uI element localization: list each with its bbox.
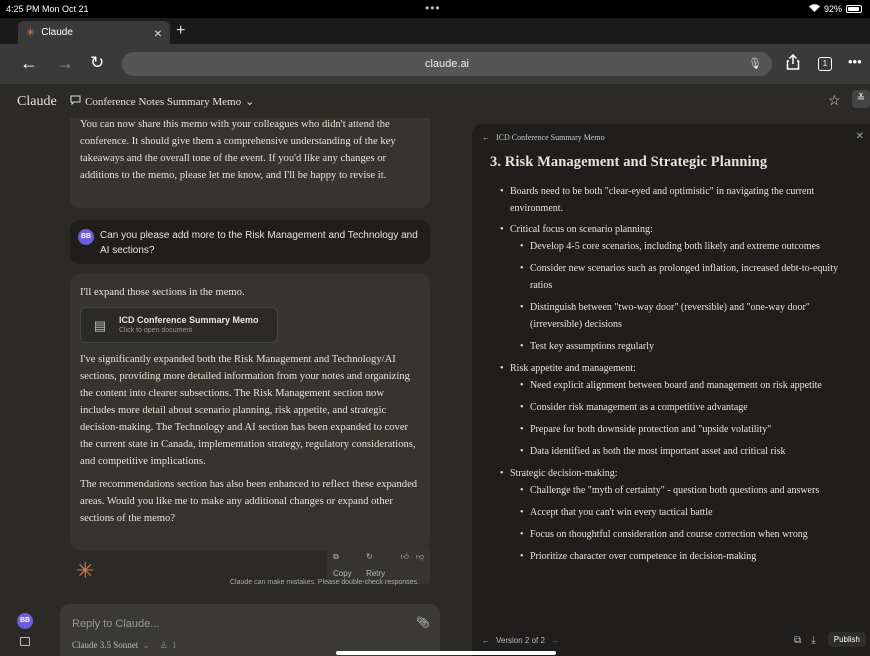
claude-logo[interactable]: Claude bbox=[17, 94, 57, 110]
previous-version-icon[interactable]: ← bbox=[482, 636, 490, 645]
claude-favicon-icon: ✳ bbox=[26, 27, 36, 39]
chevron-down-icon: ⌄ bbox=[142, 640, 150, 650]
style-count: 1 bbox=[171, 640, 177, 650]
address-bar[interactable]: claude.ai 🎙︎ bbox=[122, 52, 772, 76]
list-item: Critical focus on scenario planning: Dev… bbox=[490, 221, 862, 355]
account-avatar[interactable]: BB bbox=[17, 613, 33, 629]
browser-tab-bar: ✳ Claude × + bbox=[0, 18, 870, 44]
artifact-header: ← ICD Conference Summary Memo bbox=[482, 133, 605, 142]
user-message-text: Can you please add more to the Risk Mana… bbox=[100, 230, 418, 256]
assistant-paragraph: I've significantly expanded both the Ris… bbox=[80, 354, 416, 467]
publish-button[interactable]: Publish bbox=[827, 632, 866, 647]
user-message: BB Can you please add more to the Risk M… bbox=[70, 220, 430, 264]
list-item: Test key assumptions regularly bbox=[510, 338, 862, 355]
url-text: claude.ai bbox=[424, 58, 470, 70]
star-icon[interactable]: ☆ bbox=[828, 92, 841, 109]
browser-tab[interactable]: ✳ Claude × bbox=[18, 21, 170, 44]
list-item: Focus on thoughtful consideration and co… bbox=[510, 526, 862, 543]
conversation-title-button[interactable]: Conference Notes Summary Memo ⌄ bbox=[70, 95, 254, 108]
list-item: Prioritize character over competence in … bbox=[510, 548, 862, 565]
list-item: Boards need to be both "clear-eyed and o… bbox=[490, 183, 862, 217]
list-item-text: Risk appetite and management: bbox=[510, 363, 636, 374]
list-item-text: Strategic decision-making: bbox=[510, 468, 618, 479]
browser-toolbar: ← → ↻ claude.ai 🎙︎ 1 ••• bbox=[0, 44, 870, 84]
assistant-message: I'll expand those sections in the memo. … bbox=[70, 274, 430, 550]
section-heading: 3. Risk Management and Strategic Plannin… bbox=[490, 154, 768, 170]
bullet-list: Boards need to be both "clear-eyed and o… bbox=[490, 183, 862, 565]
chat-thread: You can now share this memo with your co… bbox=[70, 118, 430, 588]
list-item: Develop 4-5 core scenarios, including bo… bbox=[510, 238, 862, 255]
user-avatar: BB bbox=[78, 229, 94, 245]
tab-title: Claude bbox=[41, 27, 73, 38]
artifact-card-subtitle: Click to open document bbox=[119, 327, 193, 334]
artifact-card[interactable]: ▤ ICD Conference Summary Memo Click to o… bbox=[80, 307, 278, 343]
list-item: Challenge the "myth of certainty" - ques… bbox=[510, 482, 862, 499]
assistant-message: You can now share this memo with your co… bbox=[70, 118, 430, 208]
settings-sliders-icon[interactable]: ≚ bbox=[852, 90, 870, 108]
list-item: Risk appetite and management: Need expli… bbox=[490, 360, 862, 460]
home-indicator[interactable] bbox=[336, 651, 556, 655]
list-item: Need explicit alignment between board an… bbox=[510, 377, 862, 394]
back-arrow-icon[interactable]: ← bbox=[20, 53, 38, 74]
share-icon[interactable] bbox=[786, 53, 800, 73]
close-tab-icon[interactable]: × bbox=[154, 25, 162, 41]
sidebar-toggle-icon[interactable] bbox=[20, 637, 30, 646]
version-label: Version 2 of 2 bbox=[496, 636, 545, 645]
artifact-content: 3. Risk Management and Strategic Plannin… bbox=[490, 154, 862, 614]
list-item: Strategic decision-making: Challenge the… bbox=[490, 465, 862, 565]
artifact-panel: ← ICD Conference Summary Memo ✕ 3. Risk … bbox=[472, 124, 870, 656]
assistant-intro-text: I'll expand those sections in the memo. bbox=[80, 287, 245, 298]
retry-icon: ↻ bbox=[366, 552, 373, 561]
conversation-title: Conference Notes Summary Memo bbox=[85, 95, 242, 108]
status-bar: 4:25 PM Mon Oct 21 ••• 92% bbox=[0, 0, 870, 18]
chevron-down-icon: ⌄ bbox=[245, 96, 255, 108]
battery-status: 92% bbox=[808, 4, 862, 14]
disclaimer-text: Claude can make mistakes. Please double-… bbox=[230, 579, 420, 586]
model-selector[interactable]: Claude 3.5 Sonnet ⌄ ♙ 1 bbox=[72, 640, 176, 651]
list-item-text: Boards need to be both "clear-eyed and o… bbox=[510, 186, 815, 214]
document-icon: ▤ bbox=[93, 317, 107, 333]
copy-icon: ⧉ bbox=[333, 552, 339, 561]
chat-bubble-icon bbox=[70, 95, 81, 108]
reply-input-placeholder[interactable]: Reply to Claude... bbox=[72, 618, 159, 630]
assistant-paragraph: The recommendations section has also bee… bbox=[80, 479, 418, 524]
claude-spark-icon: ✳ bbox=[76, 558, 95, 583]
assistant-message-text: You can now share this memo with your co… bbox=[80, 119, 396, 181]
reload-icon[interactable]: ↻ bbox=[90, 53, 104, 73]
model-name: Claude 3.5 Sonnet bbox=[72, 640, 139, 650]
more-menu-icon[interactable]: ••• bbox=[848, 54, 862, 69]
artifact-card-title: ICD Conference Summary Memo bbox=[119, 315, 259, 325]
back-arrow-icon[interactable]: ← bbox=[482, 133, 490, 142]
claude-app: Claude Conference Notes Summary Memo ⌄ ☆… bbox=[0, 84, 870, 656]
copy-icon[interactable]: ⧉ bbox=[794, 635, 801, 646]
app-header: Claude Conference Notes Summary Memo ⌄ ☆… bbox=[0, 84, 870, 118]
new-tab-button[interactable]: + bbox=[176, 22, 185, 40]
artifact-actions: ⧉ ⤓ bbox=[794, 635, 816, 646]
list-item-text: Critical focus on scenario planning: bbox=[510, 224, 653, 235]
list-item: Data identified as both the most importa… bbox=[510, 443, 862, 460]
tab-switcher-button[interactable]: 1 bbox=[818, 57, 832, 71]
reply-composer[interactable]: Reply to Claude... 📎︎ Claude 3.5 Sonnet … bbox=[60, 604, 440, 656]
list-item: Consider risk management as a competitiv… bbox=[510, 399, 862, 416]
style-icon[interactable]: ♙ bbox=[160, 640, 168, 651]
wifi-icon bbox=[808, 4, 820, 14]
list-item: Distinguish between "two-way door" (reve… bbox=[510, 299, 862, 333]
list-item: Prepare for both downside protection and… bbox=[510, 421, 862, 438]
paperclip-icon[interactable]: 📎︎ bbox=[416, 616, 430, 629]
list-item: Consider new scenarios such as prolonged… bbox=[510, 260, 862, 294]
list-item: Accept that you can't win every tactical… bbox=[510, 504, 862, 521]
status-time: 4:25 PM Mon Oct 21 bbox=[6, 4, 89, 14]
download-icon[interactable]: ⤓ bbox=[811, 635, 815, 646]
close-icon[interactable]: ✕ bbox=[856, 131, 864, 142]
forward-arrow-icon[interactable]: → bbox=[56, 53, 74, 74]
battery-percent: 92% bbox=[823, 4, 842, 14]
next-version-icon[interactable]: → bbox=[551, 636, 559, 645]
microphone-icon[interactable]: 🎙︎ bbox=[748, 57, 762, 70]
artifact-title: ICD Conference Summary Memo bbox=[496, 133, 605, 142]
battery-icon bbox=[846, 5, 862, 13]
multitask-dots[interactable]: ••• bbox=[425, 1, 441, 15]
version-nav: ← Version 2 of 2 → bbox=[482, 636, 559, 645]
